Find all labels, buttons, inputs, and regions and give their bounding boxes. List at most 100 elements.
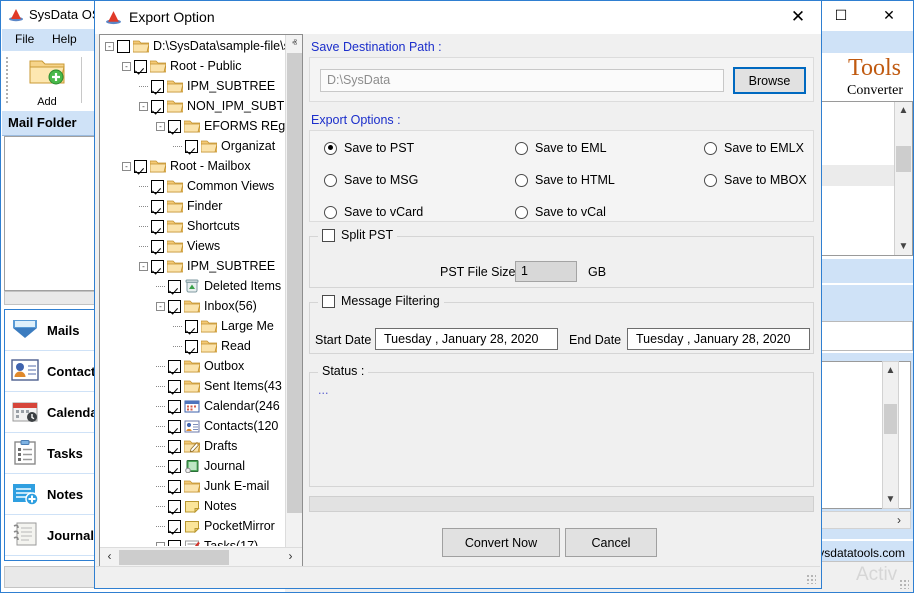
nav-item-notes[interactable]: Notes <box>5 474 96 515</box>
export-option-save-to-emlx[interactable]: Save to EMLX <box>704 141 804 155</box>
scroll-thumb[interactable] <box>896 146 911 172</box>
tree-node-checkbox[interactable] <box>185 320 198 333</box>
radio-icon[interactable] <box>324 142 337 155</box>
restore-button[interactable]: ☐ <box>817 1 865 29</box>
tree-node[interactable]: - Root - Mailbox <box>101 156 286 176</box>
tree-hscroll-thumb[interactable] <box>119 550 229 565</box>
tree-node-checkbox[interactable] <box>134 60 147 73</box>
pst-file-size-select[interactable]: 1 ⱟ <box>515 261 577 282</box>
dialog-resize-grip[interactable] <box>806 574 816 584</box>
tree-node[interactable]: - EFORMS REɡ <box>101 116 286 136</box>
preview-scroll-thumb[interactable] <box>884 404 897 434</box>
tree-node-checkbox[interactable] <box>117 40 130 53</box>
tree-node-checkbox[interactable] <box>151 100 164 113</box>
tree-node-checkbox[interactable] <box>168 540 181 547</box>
tree-expander-icon[interactable]: - <box>105 42 114 51</box>
tree-expander-icon[interactable]: - <box>122 62 131 71</box>
tree-node[interactable]: IPM_SUBTREE <box>101 76 286 96</box>
export-option-save-to-mbox[interactable]: Save to MBOX <box>704 173 807 187</box>
tree-node[interactable]: - D:\SysData\sample-file\sɑ <box>101 36 286 56</box>
tree-node[interactable]: Large Me <box>101 316 286 336</box>
convert-now-button[interactable]: Convert Now <box>442 528 560 557</box>
tree-node-checkbox[interactable] <box>151 240 164 253</box>
tree-node[interactable]: Journal <box>101 456 286 476</box>
main-folder-tree[interactable] <box>4 136 97 291</box>
radio-icon[interactable] <box>324 206 337 219</box>
preview-scroll-up-icon[interactable]: ▲ <box>883 362 898 379</box>
tree-node[interactable]: Views <box>101 236 286 256</box>
main-folder-tree-hscrollbar[interactable] <box>4 291 97 305</box>
tree-node[interactable]: Read <box>101 336 286 356</box>
browse-button[interactable]: Browse <box>733 67 806 94</box>
tree-node[interactable]: Drafts <box>101 436 286 456</box>
tree-scroll-down-icon[interactable]: ⱟ <box>286 509 303 526</box>
tree-node[interactable]: Common Views <box>101 176 286 196</box>
radio-icon[interactable] <box>515 174 528 187</box>
tree-node-checkbox[interactable] <box>168 380 181 393</box>
split-pst-checkbox[interactable] <box>322 229 335 242</box>
tree-expander-icon[interactable]: - <box>156 302 165 311</box>
tree-node[interactable]: Shortcuts <box>101 216 286 236</box>
tree-node-checkbox[interactable] <box>168 280 181 293</box>
tree-node-checkbox[interactable] <box>168 120 181 133</box>
radio-icon[interactable] <box>324 174 337 187</box>
tree-node[interactable]: - Tasks(17) <box>101 536 286 546</box>
folder-tree-vscrollbar[interactable]: ⱏ ⱟ <box>285 35 302 547</box>
menu-help[interactable]: Help <box>52 32 77 46</box>
tree-node[interactable]: Notes <box>101 496 286 516</box>
tree-scroll-thumb[interactable] <box>287 53 302 513</box>
tree-node-checkbox[interactable] <box>151 80 164 93</box>
tree-node-checkbox[interactable] <box>134 160 147 173</box>
tree-node-checkbox[interactable] <box>168 400 181 413</box>
nav-item-mails[interactable]: Mails <box>5 310 96 351</box>
preview-scroll-right-icon[interactable]: › <box>890 512 908 528</box>
export-option-save-to-pst[interactable]: Save to PST <box>324 141 414 155</box>
tree-node[interactable]: Finder <box>101 196 286 216</box>
tree-node-checkbox[interactable] <box>185 140 198 153</box>
scroll-down-icon[interactable]: ▼ <box>895 238 912 255</box>
message-grid-scrollbar[interactable]: ▲ ▼ <box>894 102 912 255</box>
resize-grip[interactable] <box>899 579 909 589</box>
export-option-save-to-vcal[interactable]: Save to vCal <box>515 205 606 219</box>
tree-node[interactable]: Outbox <box>101 356 286 376</box>
preview-vscrollbar[interactable]: ▲ ▼ <box>882 361 899 509</box>
destination-path-input[interactable]: D:\SysData <box>320 69 724 92</box>
nav-item-tasks[interactable]: Tasks <box>5 433 96 474</box>
message-filtering-caption-row[interactable]: Message Filtering <box>318 294 444 308</box>
tree-expander-icon[interactable]: - <box>122 162 131 171</box>
tree-node[interactable]: Junk E-mail <box>101 476 286 496</box>
tree-node[interactable]: Sent Items(43 <box>101 376 286 396</box>
end-date-picker[interactable]: Tuesday , January 28, 2020 ⱟ <box>627 328 810 350</box>
nav-item-journal[interactable]: Journal <box>5 515 96 556</box>
export-option-save-to-html[interactable]: Save to HTML <box>515 173 615 187</box>
tree-expander-icon[interactable]: - <box>156 122 165 131</box>
tree-node-checkbox[interactable] <box>185 340 198 353</box>
cancel-button[interactable]: Cancel <box>565 528 657 557</box>
export-option-save-to-eml[interactable]: Save to EML <box>515 141 607 155</box>
nav-item-contacts[interactable]: Contacts <box>5 351 96 392</box>
tree-node-checkbox[interactable] <box>151 180 164 193</box>
tree-node-checkbox[interactable] <box>151 200 164 213</box>
add-button[interactable]: Add <box>20 55 74 109</box>
menu-file[interactable]: File <box>15 32 34 46</box>
radio-icon[interactable] <box>515 142 528 155</box>
scroll-up-icon[interactable]: ▲ <box>895 102 912 119</box>
tree-node[interactable]: Deleted Items <box>101 276 286 296</box>
tree-node[interactable]: Organizat <box>101 136 286 156</box>
tree-node-checkbox[interactable] <box>151 220 164 233</box>
radio-icon[interactable] <box>704 174 717 187</box>
tree-expander-icon[interactable]: - <box>156 542 165 547</box>
tree-expander-icon[interactable]: - <box>139 102 148 111</box>
tree-node-checkbox[interactable] <box>168 300 181 313</box>
tree-node-checkbox[interactable] <box>168 420 181 433</box>
tree-scroll-left-icon[interactable]: ‹ <box>100 548 119 565</box>
start-date-picker[interactable]: Tuesday , January 28, 2020 ⱟ <box>375 328 558 350</box>
tree-node-checkbox[interactable] <box>168 500 181 513</box>
tree-node[interactable]: - Inbox(56) <box>101 296 286 316</box>
tree-node-checkbox[interactable] <box>168 480 181 493</box>
tree-scroll-up-icon[interactable]: ⱏ <box>286 35 303 52</box>
tree-node[interactable]: Contacts(120 <box>101 416 286 436</box>
split-pst-caption-row[interactable]: Split PST <box>318 228 397 242</box>
tree-node-checkbox[interactable] <box>168 440 181 453</box>
tree-node-checkbox[interactable] <box>168 460 181 473</box>
